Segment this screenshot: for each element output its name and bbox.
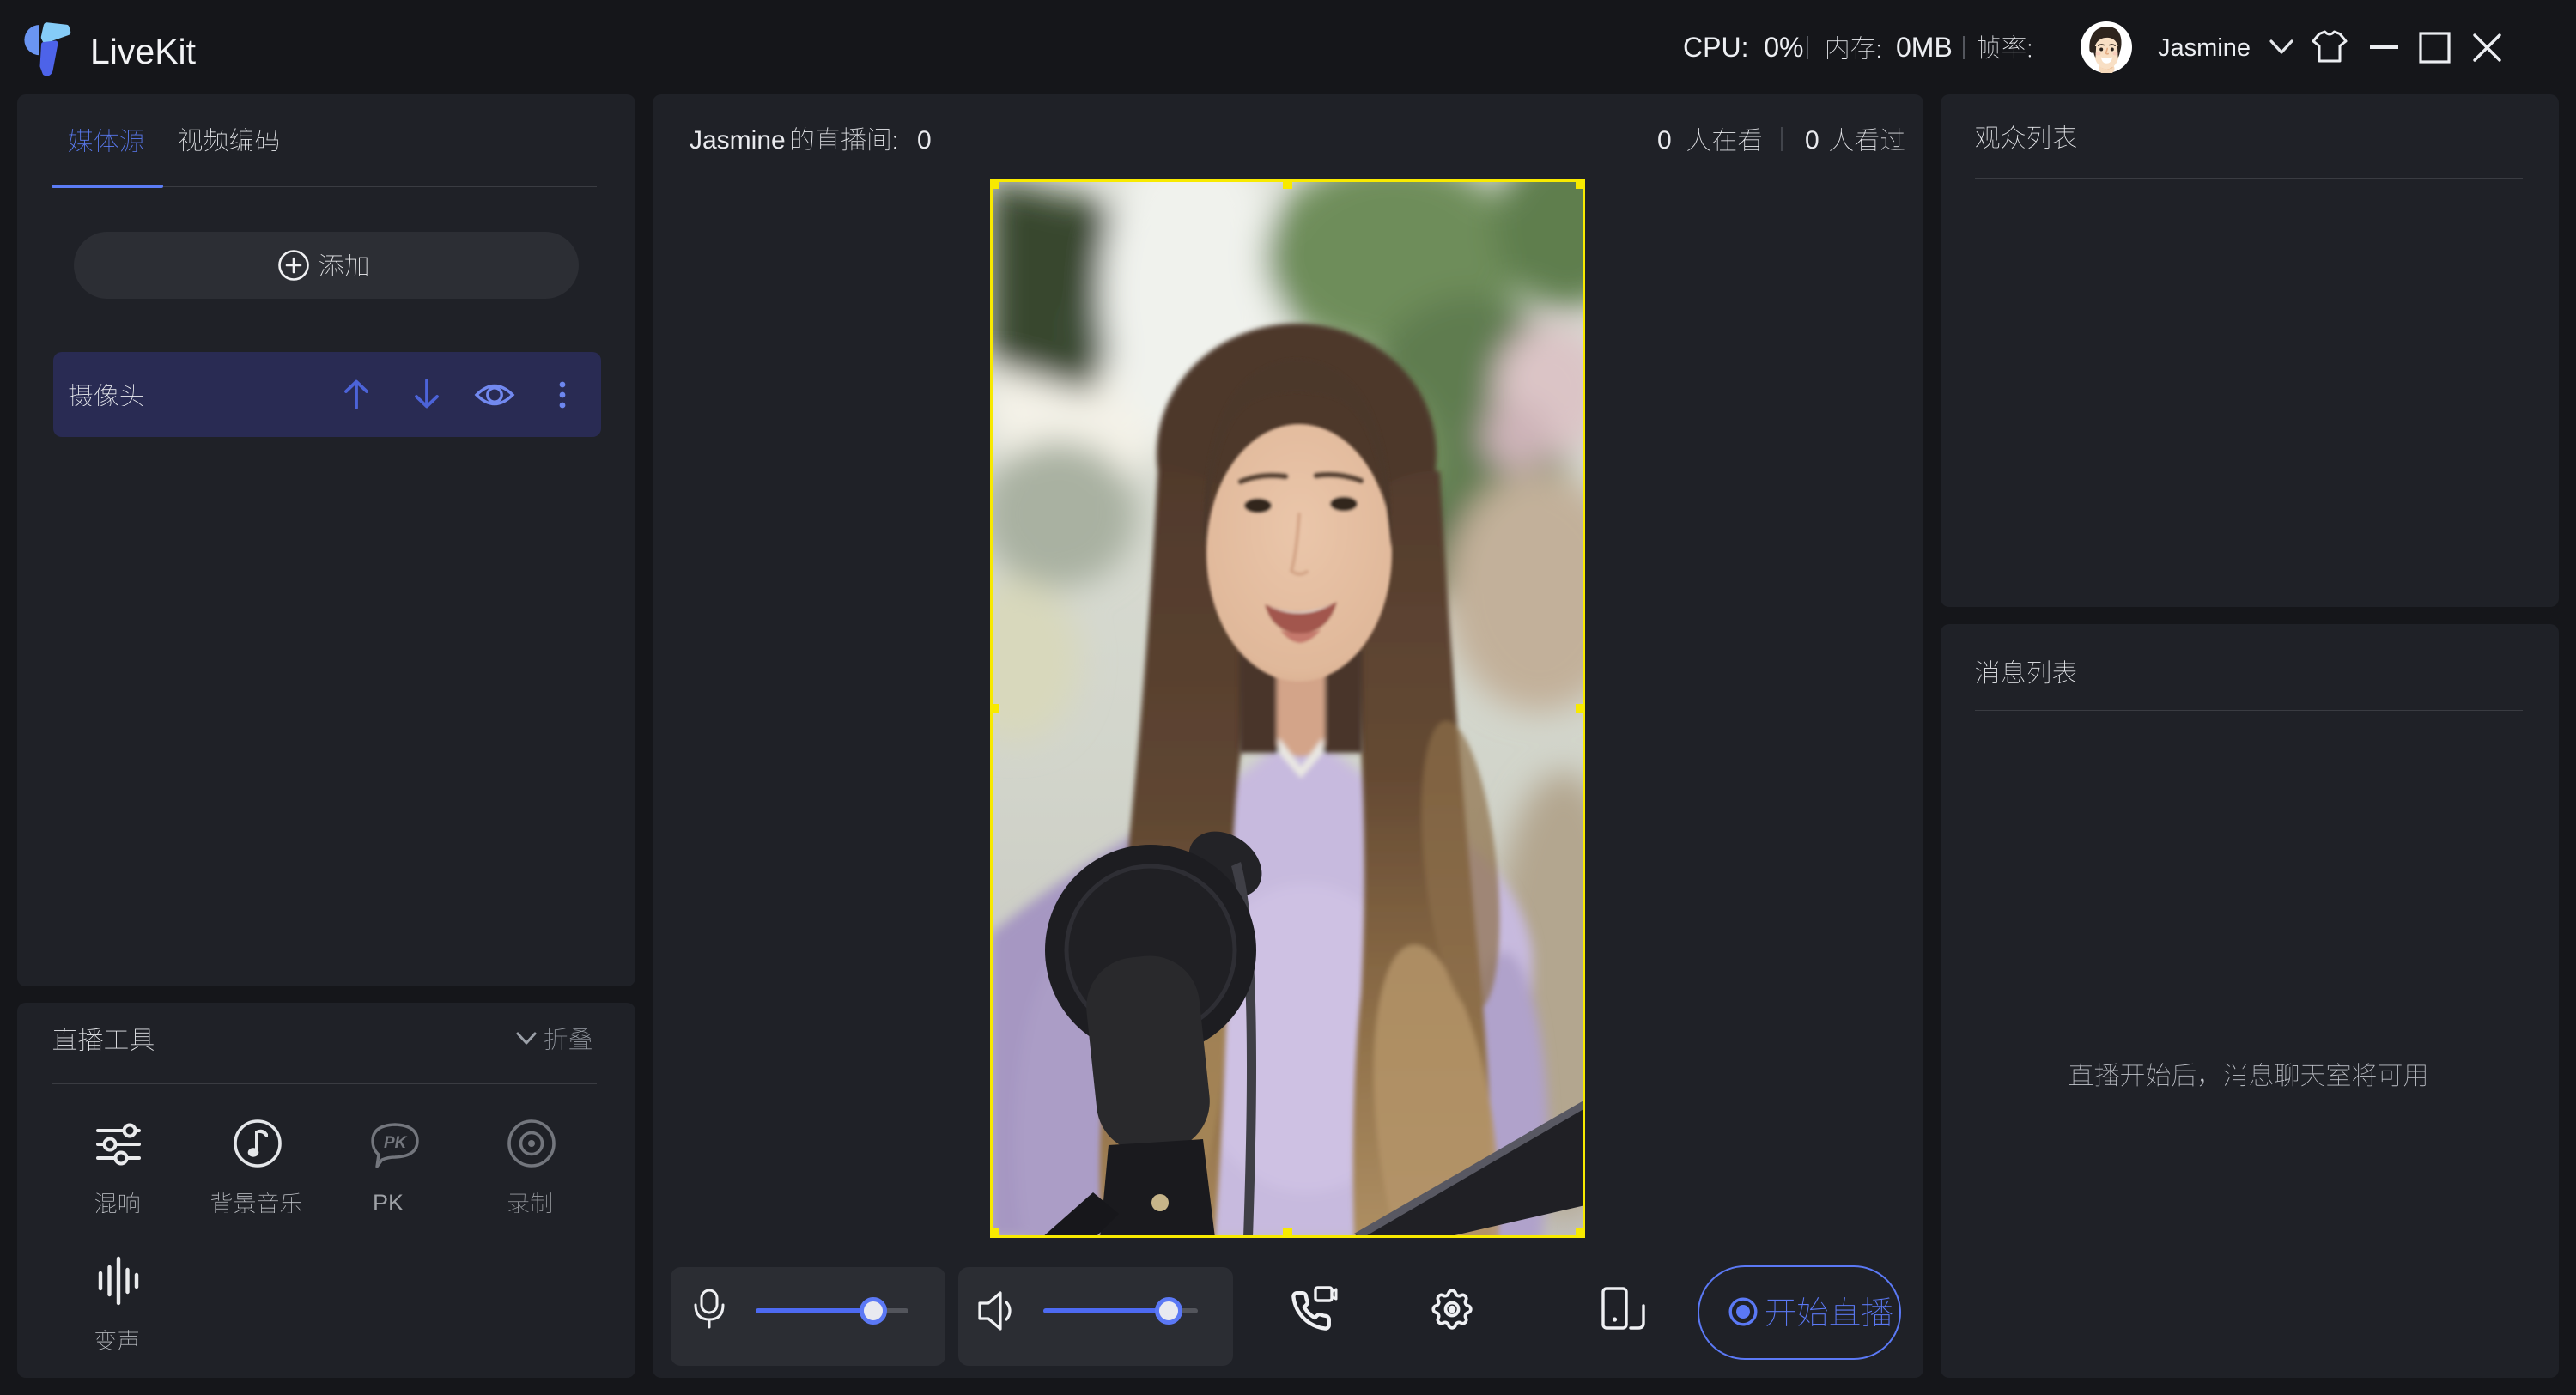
svg-text:PK: PK (384, 1134, 408, 1152)
